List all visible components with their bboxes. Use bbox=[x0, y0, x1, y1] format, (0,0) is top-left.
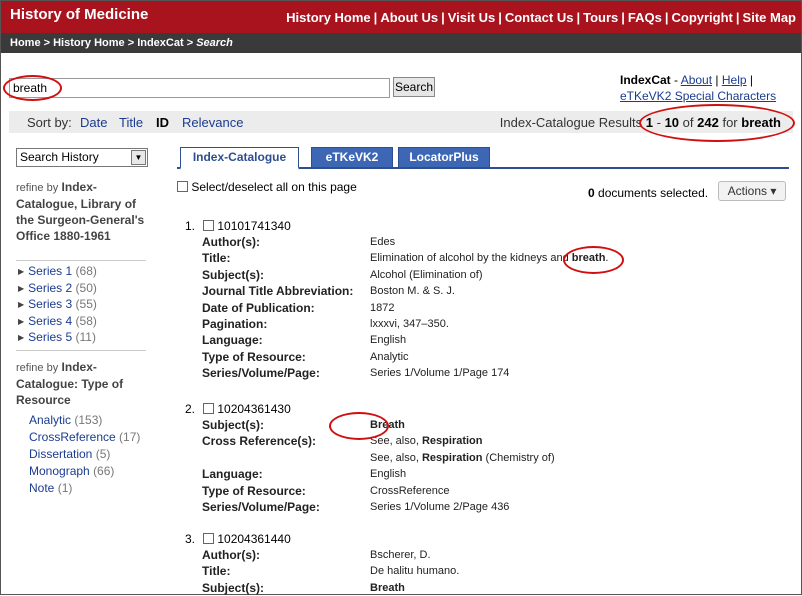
help-link[interactable]: Help bbox=[722, 73, 747, 87]
refine-type-heading: refine by Index-Catalogue: Type of Resou… bbox=[16, 360, 124, 407]
nav-faqs[interactable]: FAQs bbox=[628, 10, 662, 25]
breadcrumb-current: Search bbox=[196, 37, 233, 49]
list-item[interactable]: Analytic (153) bbox=[29, 412, 140, 429]
list-item[interactable]: ▶ Series 2 (50) bbox=[18, 280, 97, 297]
select-all[interactable]: Select/deselect all on this page bbox=[177, 180, 357, 194]
results-tabs: Index-Catalogue eTKeVK2 LocatorPlus bbox=[177, 147, 789, 170]
divider bbox=[16, 260, 146, 261]
record-id: 10204361430 bbox=[217, 402, 291, 416]
triangle-right-icon: ▶ bbox=[18, 267, 25, 276]
breadcrumb-history-home[interactable]: History Home bbox=[53, 37, 125, 49]
documents-selected: 0 documents selected. bbox=[588, 186, 709, 200]
type-facet-list: Analytic (153) CrossReference (17) Disse… bbox=[29, 412, 140, 497]
triangle-right-icon: ▶ bbox=[18, 333, 25, 343]
results-count: Index-Catalogue Results 1 - 10 of 242 fo… bbox=[499, 115, 781, 130]
divider bbox=[16, 350, 146, 351]
list-item[interactable]: Dissertation (5) bbox=[29, 446, 140, 463]
tab-index-catalogue[interactable]: Index-Catalogue bbox=[180, 147, 299, 170]
sort-bar: Sort by: Date Title ID Relevance Index-C… bbox=[9, 111, 793, 133]
breadcrumb: Home > History Home > IndexCat > Search bbox=[1, 33, 801, 53]
triangle-right-icon: ▶ bbox=[18, 300, 25, 310]
nav-about-us[interactable]: About Us bbox=[380, 10, 438, 25]
sort-label: Sort by: bbox=[27, 115, 72, 130]
tab-etkevk2[interactable]: eTKeVK2 bbox=[311, 147, 393, 168]
actions-button[interactable]: Actions ▾ bbox=[718, 181, 786, 201]
record-id: 10204361440 bbox=[217, 532, 291, 546]
top-nav: History Home | About Us | Visit Us | Contact U… bbox=[286, 10, 796, 25]
about-link[interactable]: About bbox=[681, 73, 712, 87]
search-history-select[interactable]: Search History ▼ bbox=[16, 148, 148, 167]
list-item[interactable]: ▶ Series 1 (68) bbox=[18, 263, 97, 280]
triangle-right-icon: ▶ bbox=[18, 316, 25, 326]
tab-locatorplus[interactable]: LocatorPlus bbox=[398, 147, 490, 168]
indexcat-links: IndexCat - About | Help | eTKeVK2 Specia… bbox=[620, 73, 777, 103]
sort-relevance[interactable]: Relevance bbox=[182, 115, 243, 130]
nav-site-map[interactable]: Site Map bbox=[743, 10, 796, 25]
select-all-checkbox[interactable] bbox=[177, 181, 188, 192]
record-checkbox[interactable] bbox=[203, 220, 214, 231]
breadcrumb-home[interactable]: Home bbox=[10, 37, 41, 49]
special-characters-link[interactable]: eTKeVK2 Special Characters bbox=[620, 89, 776, 103]
breadcrumb-indexcat[interactable]: IndexCat bbox=[137, 37, 183, 49]
search-input[interactable] bbox=[9, 78, 390, 98]
list-item[interactable]: CrossReference (17) bbox=[29, 429, 140, 446]
chevron-down-icon: ▼ bbox=[131, 150, 146, 165]
nav-tours[interactable]: Tours bbox=[583, 10, 618, 25]
list-item[interactable]: Monograph (66) bbox=[29, 463, 140, 480]
refine-series-heading: refine by Index-Catalogue, Library of th… bbox=[16, 180, 145, 243]
list-item[interactable]: ▶ Series 5 (11) bbox=[18, 329, 97, 346]
result-record: 2. 10204361430 Subject(s): Breath Cross R… bbox=[185, 402, 555, 514]
record-checkbox[interactable] bbox=[203, 403, 214, 414]
result-record: 1. 10101741340 Author(s): Edes Title: Elim… bbox=[185, 219, 609, 381]
indexcat-title: IndexCat bbox=[620, 73, 671, 87]
list-item[interactable]: Note (1) bbox=[29, 480, 140, 497]
record-id: 10101741340 bbox=[217, 219, 291, 233]
list-item[interactable]: ▶ Series 4 (58) bbox=[18, 313, 97, 330]
nav-history-home[interactable]: History Home bbox=[286, 10, 371, 25]
site-header: History of Medicine History Home | About U… bbox=[1, 1, 801, 33]
sort-title[interactable]: Title bbox=[119, 115, 143, 130]
sort-date[interactable]: Date bbox=[80, 115, 107, 130]
triangle-right-icon: ▶ bbox=[18, 283, 25, 293]
sort-id: ID bbox=[156, 115, 169, 130]
list-item[interactable]: ▶ Series 3 (55) bbox=[18, 296, 97, 313]
nav-copyright[interactable]: Copyright bbox=[672, 10, 733, 25]
nav-visit-us[interactable]: Visit Us bbox=[448, 10, 495, 25]
search-button[interactable]: Search bbox=[393, 77, 435, 97]
nav-contact-us[interactable]: Contact Us bbox=[505, 10, 574, 25]
result-record: 3. 10204361440 Author(s): Bscherer, D. Ti… bbox=[185, 532, 460, 595]
record-checkbox[interactable] bbox=[203, 533, 214, 544]
series-facet-list: ▶ Series 1 (68) ▶ Series 2 (50) ▶ Series 3 … bbox=[18, 263, 97, 346]
site-title[interactable]: History of Medicine bbox=[10, 6, 148, 23]
